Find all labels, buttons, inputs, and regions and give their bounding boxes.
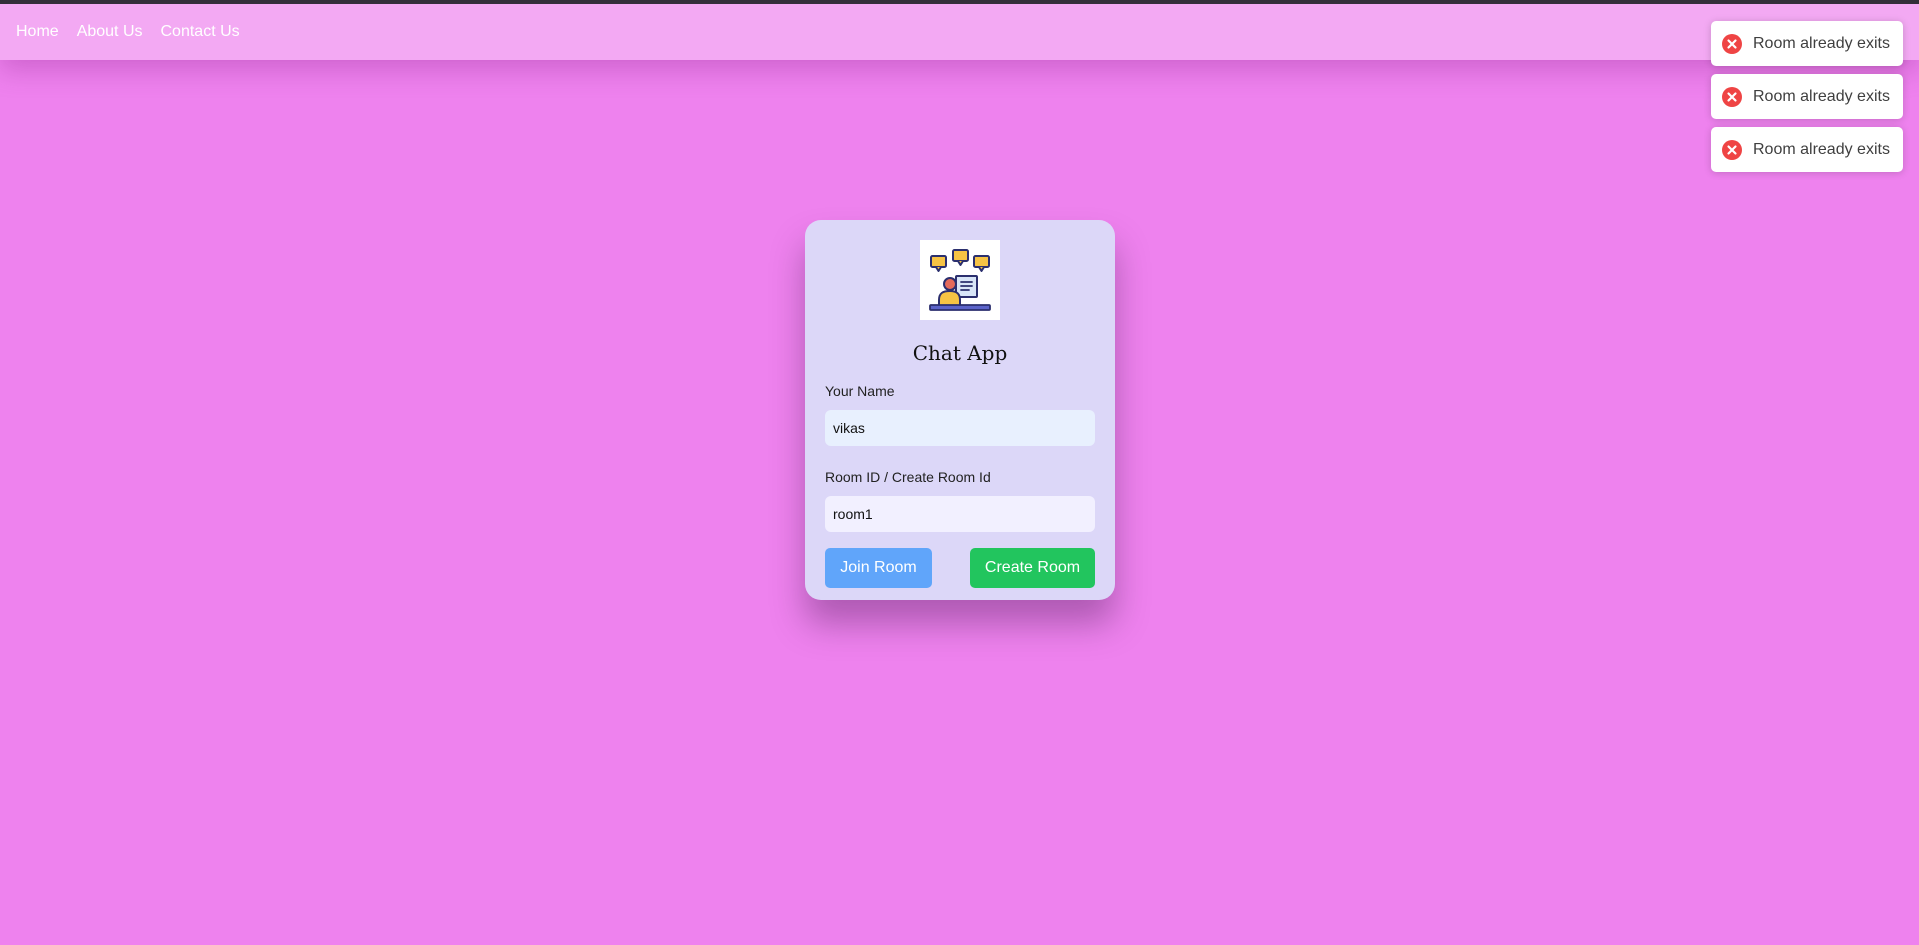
toast-notification[interactable]: Room already exits: [1711, 127, 1903, 172]
toast-notification[interactable]: Room already exits: [1711, 74, 1903, 119]
toast-message: Room already exits: [1753, 34, 1890, 52]
error-circle-icon: [1722, 33, 1742, 54]
toast-message: Room already exits: [1753, 87, 1890, 105]
navbar: Home About Us Contact Us: [0, 4, 1919, 60]
toast-notification[interactable]: Room already exits: [1711, 21, 1903, 66]
room-id-input[interactable]: [825, 496, 1095, 532]
app-title: Chat App: [912, 341, 1008, 365]
join-room-card: Chat App Your Name Room ID / Create Room…: [805, 220, 1115, 600]
name-input[interactable]: [825, 410, 1095, 446]
toast-message: Room already exits: [1753, 140, 1890, 158]
error-circle-icon: [1722, 139, 1742, 160]
error-circle-icon: [1722, 86, 1742, 107]
button-row: Join Room Create Room: [825, 548, 1095, 588]
nav-link-about-us[interactable]: About Us: [77, 23, 143, 41]
nav-link-contact-us[interactable]: Contact Us: [161, 23, 240, 41]
join-room-button[interactable]: Join Room: [825, 548, 932, 588]
toast-container: Room already exits Room already exits Ro…: [1711, 21, 1903, 172]
room-id-label: Room ID / Create Room Id: [825, 469, 991, 485]
create-room-button[interactable]: Create Room: [970, 548, 1095, 588]
name-label: Your Name: [825, 383, 895, 399]
nav-link-home[interactable]: Home: [16, 23, 59, 41]
chat-support-agent-icon: [920, 240, 1000, 320]
